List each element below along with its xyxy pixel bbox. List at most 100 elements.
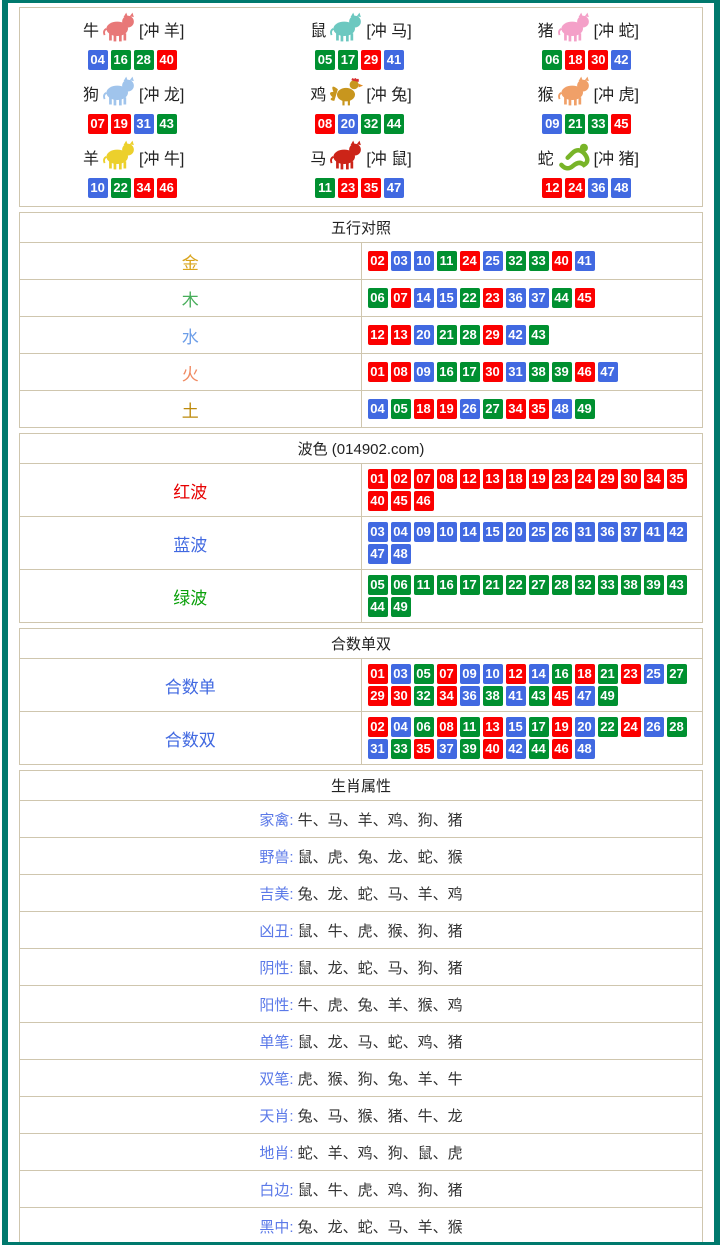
number-ball: 37 <box>437 739 457 759</box>
table-row: 绿波05061116172122272832333839434449 <box>20 570 703 623</box>
number-ball-row: 03040910141520252631363741424748 <box>361 517 703 570</box>
number-ball: 06 <box>391 575 411 595</box>
number-ball: 08 <box>315 114 335 134</box>
number-ball: 47 <box>384 178 404 198</box>
number-ball: 34 <box>506 399 526 419</box>
page-frame: 牛[冲 羊]04162840鼠[冲 马]05172941猪[冲 蛇]061830… <box>2 0 720 1245</box>
number-ball: 32 <box>361 114 381 134</box>
number-ball: 46 <box>157 178 177 198</box>
row-label: 红波 <box>20 464 362 517</box>
goat-icon <box>101 139 137 176</box>
number-ball: 19 <box>111 114 131 134</box>
number-ball: 39 <box>460 739 480 759</box>
number-ball: 07 <box>88 114 108 134</box>
number-ball: 11 <box>460 717 480 737</box>
row-label: 蓝波 <box>20 517 362 570</box>
attribute-value: 蛇、羊、鸡、狗、鼠、虎 <box>294 1145 463 1162</box>
number-ball: 31 <box>134 114 154 134</box>
number-ball: 03 <box>391 664 411 684</box>
number-ball: 42 <box>506 739 526 759</box>
zodiac-cell: 鼠[冲 马]05172941 <box>247 10 474 74</box>
number-ball: 49 <box>391 597 411 617</box>
number-ball: 28 <box>460 325 480 345</box>
zodiac-clash-label: [冲 马] <box>366 17 411 41</box>
table-row: 蓝波03040910141520252631363741424748 <box>20 517 703 570</box>
attribute-row: 双笔: 虎、猴、狗、兔、羊、牛 <box>20 1060 703 1097</box>
number-ball: 39 <box>552 362 572 382</box>
number-ball: 04 <box>391 522 411 542</box>
number-ball: 08 <box>437 717 457 737</box>
number-ball: 39 <box>644 575 664 595</box>
wave-color-title: 波色 (014902.com) <box>20 434 703 464</box>
attribute-label: 家禽: <box>259 812 293 829</box>
zodiac-attributes-title: 生肖属性 <box>20 771 703 801</box>
number-ball: 12 <box>460 469 480 489</box>
number-ball-row: 0103050709101214161821232527293032343638… <box>361 659 703 712</box>
zodiac-number-row: 06183042 <box>475 49 702 71</box>
zodiac-cell: 羊[冲 牛]10223446 <box>20 138 247 202</box>
number-ball: 27 <box>667 664 687 684</box>
number-ball: 12 <box>506 664 526 684</box>
row-label: 火 <box>20 354 362 391</box>
attribute-row: 凶丑: 鼠、牛、虎、猴、狗、猪 <box>20 912 703 949</box>
number-ball: 34 <box>134 178 154 198</box>
attribute-value: 牛、虎、兔、羊、猴、鸡 <box>294 997 463 1014</box>
row-label: 金 <box>20 243 362 280</box>
rooster-icon <box>328 75 364 112</box>
number-ball: 16 <box>437 575 457 595</box>
attribute-label: 天肖: <box>259 1108 293 1125</box>
number-ball: 20 <box>338 114 358 134</box>
number-ball: 38 <box>483 686 503 706</box>
attribute-row: 野兽: 鼠、虎、兔、龙、蛇、猴 <box>20 838 703 875</box>
number-ball: 09 <box>460 664 480 684</box>
five-elements-table: 五行对照 金02031011242532334041木0607141522233… <box>19 212 703 428</box>
rat-icon <box>328 11 364 48</box>
number-ball: 36 <box>588 178 608 198</box>
number-ball: 46 <box>552 739 572 759</box>
number-ball: 19 <box>552 717 572 737</box>
number-ball: 34 <box>644 469 664 489</box>
number-ball-row: 05061116172122272832333839434449 <box>361 570 703 623</box>
number-ball: 21 <box>437 325 457 345</box>
zodiac-clash-label: [冲 羊] <box>139 17 184 41</box>
zodiac-number-row: 10223446 <box>20 177 247 199</box>
snake-icon <box>556 139 592 176</box>
number-ball-row: 02031011242532334041 <box>361 243 703 280</box>
number-ball: 25 <box>529 522 549 542</box>
number-ball-row: 0108091617303138394647 <box>361 354 703 391</box>
number-ball: 44 <box>552 288 572 308</box>
number-ball: 08 <box>391 362 411 382</box>
zodiac-clash-label: [冲 鼠] <box>366 145 411 169</box>
number-ball: 13 <box>483 717 503 737</box>
attribute-label: 黑中: <box>259 1219 293 1236</box>
number-ball: 48 <box>391 544 411 564</box>
number-ball: 48 <box>552 399 572 419</box>
number-ball: 02 <box>368 251 388 271</box>
number-ball: 19 <box>529 469 549 489</box>
number-ball: 41 <box>644 522 664 542</box>
number-ball: 47 <box>368 544 388 564</box>
zodiac-name-line: 马[冲 鼠] <box>247 139 474 175</box>
number-ball: 44 <box>384 114 404 134</box>
number-ball: 43 <box>667 575 687 595</box>
table-row: 木06071415222336374445 <box>20 280 703 317</box>
number-ball: 42 <box>611 50 631 70</box>
row-label: 合数双 <box>20 712 362 765</box>
number-ball: 07 <box>391 288 411 308</box>
number-ball: 10 <box>483 664 503 684</box>
zodiac-cell: 猪[冲 蛇]06183042 <box>475 10 702 74</box>
number-ball-row: 06071415222336374445 <box>361 280 703 317</box>
number-ball: 06 <box>542 50 562 70</box>
number-ball: 04 <box>391 717 411 737</box>
zodiac-name: 牛 <box>83 17 99 41</box>
number-ball: 36 <box>598 522 618 542</box>
zodiac-clash-label: [冲 兔] <box>366 81 411 105</box>
number-ball: 02 <box>391 469 411 489</box>
zodiac-number-row: 07193143 <box>20 113 247 135</box>
number-ball: 17 <box>460 362 480 382</box>
number-ball: 09 <box>414 362 434 382</box>
attribute-label: 野兽: <box>259 849 293 866</box>
zodiac-cell: 马[冲 鼠]11233547 <box>247 138 474 202</box>
number-ball: 18 <box>414 399 434 419</box>
number-ball: 22 <box>460 288 480 308</box>
